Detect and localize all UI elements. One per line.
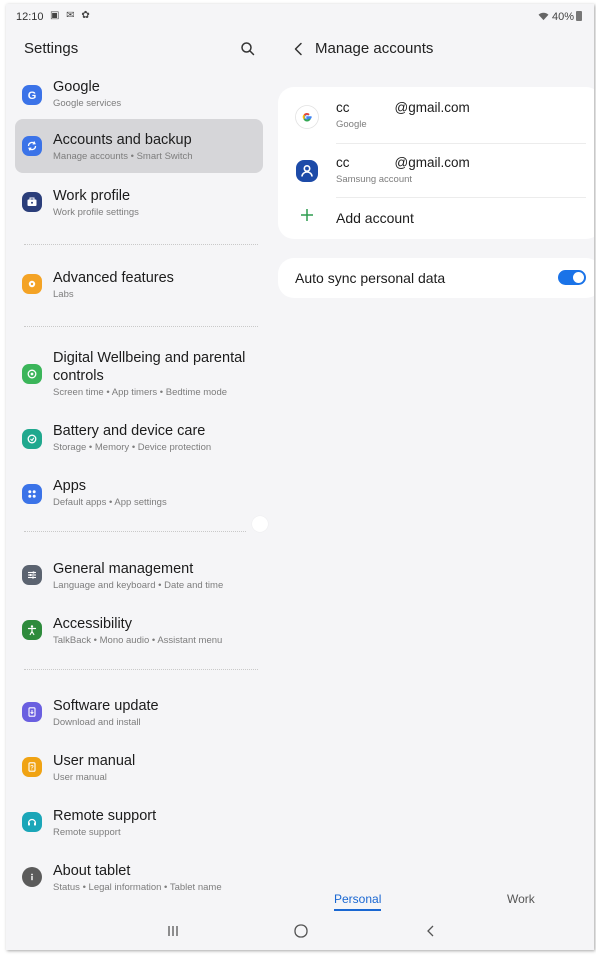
settings-item-title: Software update	[53, 698, 159, 714]
samsung-account-icon	[295, 159, 319, 183]
settings-header: Settings	[6, 30, 274, 68]
tab-work[interactable]: Work	[507, 892, 535, 906]
software-update-icon	[22, 702, 42, 722]
battery-icon	[576, 11, 582, 21]
settings-item-accounts-backup[interactable]: Accounts and backup Manage accounts • Sm…	[15, 119, 263, 173]
settings-item-work-profile[interactable]: Work profile Work profile settings	[15, 175, 263, 229]
section-divider	[24, 531, 246, 532]
section-divider	[24, 326, 258, 327]
search-icon[interactable]	[238, 39, 258, 59]
settings-item-title: Work profile	[53, 188, 131, 204]
back-arrow-icon[interactable]	[290, 40, 308, 58]
tablet-screen: 12:10 ▣ ✉ ✿ 40% Settings G Google Google…	[6, 4, 594, 950]
svg-text:?: ?	[30, 766, 34, 772]
settings-item-apps[interactable]: Apps Default apps • App settings	[15, 467, 263, 521]
settings-item-subtitle: Google services	[53, 98, 122, 109]
wellbeing-icon	[22, 364, 42, 384]
manual-icon: ?	[22, 757, 42, 777]
settings-item-digital-wellbeing[interactable]: Digital Wellbeing and parental controls …	[15, 341, 263, 403]
sliders-icon	[22, 565, 42, 585]
settings-item-software-update[interactable]: Software update Download and install	[15, 685, 263, 739]
settings-item-subtitle: Remote support	[53, 827, 121, 838]
navigation-bar	[6, 910, 594, 950]
settings-item-general-management[interactable]: General management Language and keyboard…	[15, 548, 263, 602]
row-divider	[336, 143, 586, 144]
settings-item-title: User manual	[53, 753, 136, 769]
settings-item-title: General management	[53, 561, 194, 577]
accounts-card: cc @gmail.com Google cc @gmail.com Samsu…	[278, 87, 594, 239]
recents-icon[interactable]	[162, 920, 184, 942]
pane-resize-handle[interactable]	[252, 516, 268, 532]
settings-item-advanced-features[interactable]: Advanced features Labs	[15, 257, 263, 311]
settings-item-title: Apps	[53, 478, 87, 494]
settings-item-google[interactable]: G Google Google services	[15, 70, 263, 124]
home-icon[interactable]	[290, 920, 312, 942]
section-divider	[24, 244, 258, 245]
settings-item-title: Remote support	[53, 808, 157, 824]
auto-sync-row[interactable]: Auto sync personal data	[278, 258, 594, 298]
sync-icon	[22, 136, 42, 156]
google-logo-icon	[295, 105, 319, 129]
section-divider	[24, 669, 258, 670]
plus-icon	[298, 206, 316, 224]
settings-item-subtitle: Manage accounts • Smart Switch	[53, 151, 193, 162]
auto-sync-toggle[interactable]	[558, 270, 586, 285]
settings-item-remote-support[interactable]: Remote support Remote support	[15, 795, 263, 849]
settings-pane: Settings G Google Google services Accoun…	[6, 30, 274, 910]
settings-item-title: Advanced features	[53, 270, 174, 286]
settings-item-subtitle: Default apps • App settings	[53, 497, 167, 508]
toggle-knob	[573, 272, 584, 283]
settings-item-accessibility[interactable]: Accessibility TalkBack • Mono audio • As…	[15, 603, 263, 657]
account-type: Google	[336, 119, 367, 130]
settings-item-title-line2: controls	[53, 368, 104, 384]
wifi-icon	[538, 11, 552, 23]
device-care-icon	[22, 429, 42, 449]
settings-item-title: About tablet	[53, 863, 131, 879]
apps-grid-icon	[22, 484, 42, 504]
svg-text:G: G	[28, 90, 37, 101]
auto-sync-label: Auto sync personal data	[295, 270, 446, 286]
settings-item-title: Accounts and backup	[53, 132, 192, 148]
settings-item-subtitle: Status • Legal information • Tablet name	[53, 882, 222, 893]
briefcase-icon	[22, 192, 42, 212]
gear-plus-icon	[22, 274, 42, 294]
settings-item-subtitle: User manual	[53, 772, 107, 783]
settings-item-title: Digital Wellbeing and parental	[53, 350, 246, 366]
settings-item-title: Accessibility	[53, 616, 132, 632]
settings-item-subtitle: TalkBack • Mono audio • Assistant menu	[53, 635, 223, 646]
manage-accounts-pane: Manage accounts cc @gmail.com Google cc …	[274, 30, 594, 911]
tab-personal-label: Personal	[334, 892, 382, 906]
headset-icon	[22, 812, 42, 832]
notification-icons: ▣ ✉ ✿	[50, 10, 92, 21]
account-email: cc @gmail.com	[336, 155, 470, 170]
account-email: cc @gmail.com	[336, 100, 470, 115]
status-right: 40%	[538, 11, 582, 23]
settings-item-about-tablet[interactable]: About tablet Status • Legal information …	[15, 850, 263, 904]
settings-item-user-manual[interactable]: ? User manual User manual	[15, 740, 263, 794]
account-row-samsung[interactable]: cc @gmail.com Samsung account	[278, 145, 594, 197]
settings-item-subtitle: Labs	[53, 289, 74, 300]
back-icon[interactable]	[420, 920, 442, 942]
add-account-button[interactable]: Add account	[278, 197, 594, 237]
settings-item-subtitle: Screen time • App timers • Bedtime mode	[53, 387, 228, 398]
settings-item-title: Google	[53, 79, 100, 95]
tab-personal[interactable]: Personal	[334, 892, 382, 911]
page-title: Settings	[24, 40, 79, 57]
settings-item-subtitle: Work profile settings	[53, 207, 139, 218]
account-type: Samsung account	[336, 174, 413, 185]
battery-percent: 40%	[551, 11, 574, 23]
account-row-google[interactable]: cc @gmail.com Google	[278, 91, 594, 143]
settings-item-subtitle: Language and keyboard • Date and time	[53, 580, 224, 591]
settings-item-battery-device-care[interactable]: Battery and device care Storage • Memory…	[15, 412, 263, 466]
settings-item-subtitle: Download and install	[53, 717, 141, 728]
add-account-label: Add account	[336, 210, 414, 226]
settings-item-title: Battery and device care	[53, 423, 206, 439]
google-g-icon: G	[22, 85, 42, 105]
settings-item-subtitle: Storage • Memory • Device protection	[53, 442, 212, 453]
status-time: 12:10	[16, 11, 44, 23]
page-title: Manage accounts	[315, 40, 434, 57]
info-icon	[22, 867, 42, 887]
accessibility-icon	[22, 620, 42, 640]
status-bar: 12:10 ▣ ✉ ✿ 40%	[6, 4, 594, 30]
